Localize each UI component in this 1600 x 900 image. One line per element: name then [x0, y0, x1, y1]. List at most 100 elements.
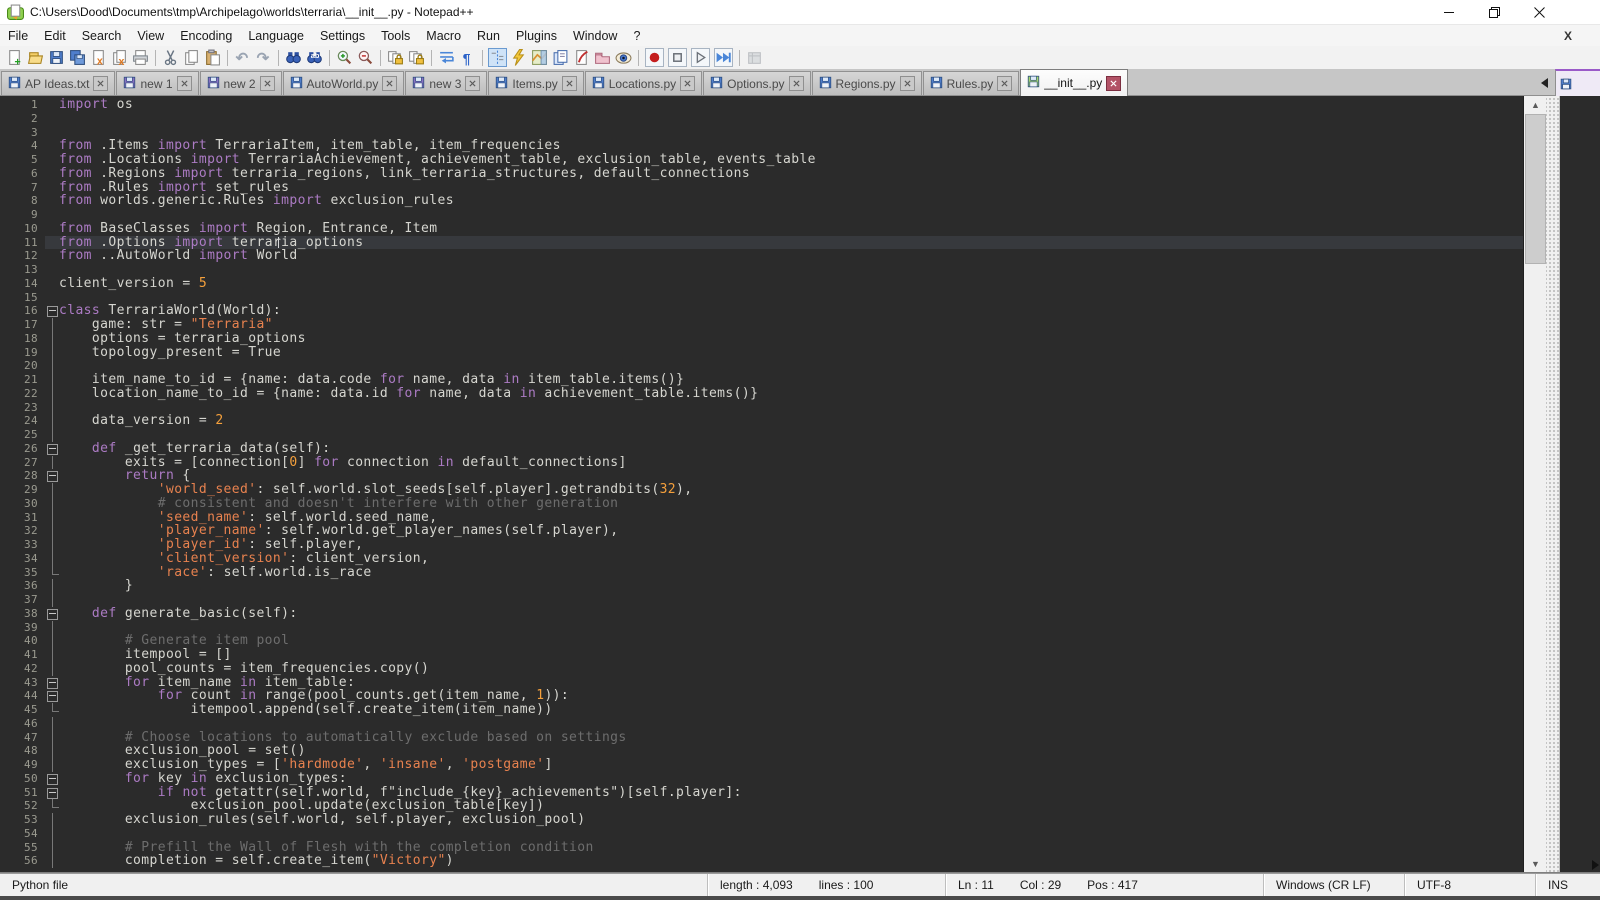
secondary-view-editor[interactable] — [1559, 96, 1600, 872]
menu-item-plugins[interactable]: Plugins — [508, 27, 565, 45]
code-line-2[interactable]: 2 — [0, 112, 1523, 126]
tab-close-icon[interactable] — [1106, 76, 1121, 91]
tab-close-icon[interactable] — [789, 76, 804, 91]
code-line-55[interactable]: 55 # Prefill the Wall of Flesh with the … — [0, 841, 1523, 855]
code-line-17[interactable]: 17 game: str = "Terraria" — [0, 318, 1523, 332]
toolbar-new-file-icon[interactable]: + — [5, 48, 24, 67]
secondary-scroll-right-icon[interactable] — [1592, 860, 1599, 870]
code-line-1[interactable]: 1import os — [0, 98, 1523, 112]
menu-item-edit[interactable]: Edit — [36, 27, 74, 45]
tab-new-1[interactable]: new 1 — [116, 71, 198, 95]
code-line-35[interactable]: 35 'race': self.world.is_race — [0, 566, 1523, 580]
code-line-13[interactable]: 13 — [0, 263, 1523, 277]
toolbar-zoom-in-icon[interactable] — [335, 48, 354, 67]
toolbar-save-all-icon[interactable] — [68, 48, 87, 67]
tab-close-icon[interactable] — [900, 76, 915, 91]
code-line-56[interactable]: 56 completion = self.create_item("Victor… — [0, 854, 1523, 868]
fold-collapse-icon[interactable] — [45, 442, 59, 456]
toolbar-macro-save-icon[interactable] — [745, 48, 764, 67]
menu-item-search[interactable]: Search — [74, 27, 130, 45]
tab-items-py[interactable]: Items.py — [488, 71, 583, 95]
toolbar-close-all-icon[interactable]: x — [110, 48, 129, 67]
code-line-42[interactable]: 42 pool_counts = item_frequencies.copy() — [0, 662, 1523, 676]
tab-close-icon[interactable] — [997, 76, 1012, 91]
code-line-18[interactable]: 18 options = terraria_options — [0, 332, 1523, 346]
menu-item-encoding[interactable]: Encoding — [172, 27, 240, 45]
tab-close-icon[interactable] — [177, 76, 192, 91]
menu-item-help[interactable]: ? — [625, 27, 648, 45]
tab-options-py[interactable]: Options.py — [703, 71, 810, 95]
menu-item-window[interactable]: Window — [565, 27, 625, 45]
tab-ap-ideas-txt[interactable]: AP Ideas.txt — [1, 71, 115, 95]
fold-collapse-icon[interactable] — [45, 304, 59, 318]
tab-scroll-left-button[interactable] — [1541, 78, 1548, 88]
tab-autoworld-py[interactable]: AutoWorld.py — [283, 71, 405, 95]
toolbar-folder-as-workspace-icon[interactable] — [593, 48, 612, 67]
toolbar-monitoring-icon[interactable] — [614, 48, 633, 67]
code-line-8[interactable]: 8from worlds.generic.Rules import exclus… — [0, 194, 1523, 208]
code-line-32[interactable]: 32 'player_name': self.world.get_player_… — [0, 524, 1523, 538]
code-line-41[interactable]: 41 itempool = [] — [0, 648, 1523, 662]
code-line-44[interactable]: 44 for count in range(pool_counts.get(it… — [0, 689, 1523, 703]
toolbar-sync-vertical-icon[interactable] — [386, 48, 405, 67]
code-line-49[interactable]: 49 exclusion_types = ['hardmode', 'insan… — [0, 758, 1523, 772]
fold-collapse-icon[interactable] — [45, 689, 59, 703]
toolbar-macro-playback-icon[interactable] — [691, 48, 710, 67]
fold-collapse-icon[interactable] — [45, 607, 59, 621]
toolbar-cut-icon[interactable] — [161, 48, 180, 67]
toolbar-save-icon[interactable] — [47, 48, 66, 67]
toolbar-find-icon[interactable] — [284, 48, 303, 67]
code-line-53[interactable]: 53 exclusion_rules(self.world, self.play… — [0, 813, 1523, 827]
code-line-25[interactable]: 25 — [0, 428, 1523, 442]
code-line-29[interactable]: 29 'world_seed': self.world.slot_seeds[s… — [0, 483, 1523, 497]
fold-collapse-icon[interactable] — [45, 676, 59, 690]
code-line-31[interactable]: 31 'seed_name': self.world.seed_name, — [0, 511, 1523, 525]
code-line-10[interactable]: 10from BaseClasses import Region, Entran… — [0, 222, 1523, 236]
menu-item-tools[interactable]: Tools — [373, 27, 418, 45]
code-line-12[interactable]: 12from ..AutoWorld import World — [0, 249, 1523, 263]
code-line-6[interactable]: 6from .Regions import terraria_regions, … — [0, 167, 1523, 181]
tab-close-icon[interactable] — [680, 76, 695, 91]
tab-close-icon[interactable] — [382, 76, 397, 91]
code-line-50[interactable]: 50 for key in exclusion_types: — [0, 772, 1523, 786]
toolbar-macro-record-icon[interactable] — [645, 48, 664, 67]
scrollbar-down-icon[interactable]: ▼ — [1524, 855, 1547, 872]
scrollbar-thumb[interactable] — [1525, 114, 1546, 264]
code-line-14[interactable]: 14client_version = 5 — [0, 277, 1523, 291]
code-line-36[interactable]: 36 } — [0, 579, 1523, 593]
toolbar-sync-horizontal-icon[interactable] — [407, 48, 426, 67]
code-line-28[interactable]: 28 return { — [0, 469, 1523, 483]
secondary-view-tab[interactable] — [1555, 69, 1600, 97]
code-line-15[interactable]: 15 — [0, 291, 1523, 305]
toolbar-document-list-icon[interactable] — [551, 48, 570, 67]
code-line-9[interactable]: 9 — [0, 208, 1523, 222]
code-line-52[interactable]: 52 exclusion_pool.update(exclusion_table… — [0, 799, 1523, 813]
code-line-23[interactable]: 23 — [0, 401, 1523, 415]
toolbar-open-file-icon[interactable] — [26, 48, 45, 67]
toolbar-print-icon[interactable] — [131, 48, 150, 67]
restore-button[interactable] — [1472, 0, 1517, 24]
toolbar-define-language-icon[interactable] — [509, 48, 528, 67]
close-document-icon[interactable]: X — [1564, 29, 1572, 43]
code-line-47[interactable]: 47 # Choose locations to automatically e… — [0, 731, 1523, 745]
toolbar-document-map-icon[interactable] — [530, 48, 549, 67]
tab-close-icon[interactable] — [562, 76, 577, 91]
code-line-7[interactable]: 7from .Rules import set_rules — [0, 181, 1523, 195]
code-line-20[interactable]: 20 — [0, 359, 1523, 373]
code-line-37[interactable]: 37 — [0, 593, 1523, 607]
code-line-19[interactable]: 19 topology_present = True — [0, 346, 1523, 360]
code-line-24[interactable]: 24 data_version = 2 — [0, 414, 1523, 428]
code-line-22[interactable]: 22 location_name_to_id = {name: data.id … — [0, 387, 1523, 401]
code-line-45[interactable]: 45 itempool.append(self.create_item(item… — [0, 703, 1523, 717]
menu-item-file[interactable]: File — [0, 27, 36, 45]
fold-collapse-icon[interactable] — [45, 786, 59, 800]
toolbar-zoom-out-icon[interactable] — [356, 48, 375, 67]
tab-close-icon[interactable] — [465, 76, 480, 91]
code-line-54[interactable]: 54 — [0, 827, 1523, 841]
code-line-26[interactable]: 26 def _get_terraria_data(self): — [0, 442, 1523, 456]
toolbar-replace-icon[interactable]: ab — [305, 48, 324, 67]
tab-rules-py[interactable]: Rules.py — [923, 71, 1020, 95]
menu-item-run[interactable]: Run — [469, 27, 508, 45]
toolbar-paste-icon[interactable] — [203, 48, 222, 67]
code-line-33[interactable]: 33 'player_id': self.player, — [0, 538, 1523, 552]
